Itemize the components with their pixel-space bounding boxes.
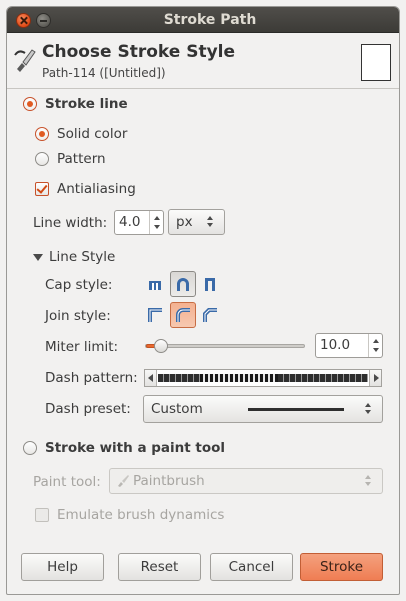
stroke-brush-icon <box>14 49 36 72</box>
join-style-row: Join style: <box>45 308 111 324</box>
line-width-unit-select[interactable]: px <box>168 209 225 235</box>
emulate-dynamics-checkbox[interactable] <box>35 508 49 522</box>
dash-preset-row: Dash preset: <box>45 401 131 417</box>
miter-limit-value[interactable]: 10.0 <box>316 334 368 357</box>
expander-triangle-icon[interactable] <box>33 253 43 261</box>
pattern-radio[interactable] <box>35 152 49 166</box>
miter-limit-stepper-icon[interactable] <box>368 334 382 357</box>
stroke-line-option[interactable]: Stroke line <box>23 96 128 112</box>
stroke-path-dialog: Stroke Path Choose Stroke Style Path-114… <box>6 6 400 595</box>
line-width-unit: px <box>176 214 193 230</box>
miter-limit-slider-handle[interactable] <box>154 339 168 353</box>
scroll-left-icon[interactable] <box>145 370 157 386</box>
paint-tool-option[interactable]: Stroke with a paint tool <box>23 440 225 456</box>
paint-tool-select[interactable]: Paintbrush <box>109 468 383 494</box>
solid-line-preview <box>248 407 344 411</box>
dialog-header: Choose Stroke Style Path-114 ([Untitled]… <box>7 33 399 89</box>
join-style-label: Join style: <box>45 308 111 324</box>
titlebar[interactable]: Stroke Path <box>7 7 399 33</box>
updown-arrows-icon <box>362 402 376 416</box>
miter-limit-row: Miter limit: <box>45 339 118 355</box>
dash-pattern-segments[interactable] <box>200 374 278 382</box>
paint-tool-radio[interactable] <box>23 441 37 455</box>
miter-limit-slider[interactable] <box>145 344 305 348</box>
dialog-heading: Choose Stroke Style <box>42 42 236 62</box>
cap-square-button[interactable] <box>198 272 222 296</box>
line-width-value[interactable]: 4.0 <box>115 211 149 234</box>
paint-tool-label: Paint tool: <box>33 474 101 490</box>
solid-color-label: Solid color <box>57 126 128 142</box>
dash-pattern-editor[interactable] <box>144 369 382 387</box>
line-style-label: Line Style <box>49 249 116 265</box>
join-bevel-button[interactable] <box>198 303 222 327</box>
scroll-right-icon[interactable] <box>369 370 381 386</box>
updown-arrows-icon <box>362 474 376 488</box>
window-title: Stroke Path <box>163 12 257 28</box>
join-miter-icon <box>148 308 162 322</box>
paintbrush-icon <box>118 475 129 487</box>
join-miter-button[interactable] <box>143 303 167 327</box>
antialiasing-option[interactable]: Antialiasing <box>35 181 136 197</box>
paint-tool-option-label: Stroke with a paint tool <box>45 440 226 456</box>
line-width-stepper-icon[interactable] <box>149 211 163 234</box>
reset-button[interactable]: Reset <box>118 553 201 581</box>
cap-round-button[interactable] <box>170 271 196 297</box>
help-button[interactable]: Help <box>21 553 104 581</box>
solid-color-radio[interactable] <box>35 127 49 141</box>
pattern-label: Pattern <box>57 151 106 167</box>
line-width-spinner[interactable]: 4.0 <box>114 210 164 235</box>
emulate-dynamics-label: Emulate brush dynamics <box>57 507 225 523</box>
cap-style-row: Cap style: <box>45 277 112 293</box>
cancel-button[interactable]: Cancel <box>210 553 293 581</box>
line-width-label-row: Line width: <box>33 215 107 231</box>
stroke-button[interactable]: Stroke <box>300 553 383 581</box>
path-name: Path-114 ([Untitled]) <box>42 66 166 80</box>
cap-style-label: Cap style: <box>45 277 113 293</box>
paint-tool-label-row: Paint tool: <box>33 474 101 490</box>
cap-butt-button[interactable] <box>143 272 167 296</box>
cap-butt-icon <box>149 281 161 290</box>
emulate-dynamics-option[interactable]: Emulate brush dynamics <box>35 507 224 523</box>
stroke-line-radio[interactable] <box>23 97 37 111</box>
updown-arrows-icon <box>204 215 218 229</box>
antialiasing-checkbox[interactable] <box>35 182 49 196</box>
join-round-button[interactable] <box>170 302 196 328</box>
antialiasing-label: Antialiasing <box>57 181 136 197</box>
pattern-option[interactable]: Pattern <box>35 151 106 167</box>
stroke-line-label: Stroke line <box>45 96 128 112</box>
solid-color-option[interactable]: Solid color <box>35 126 127 142</box>
dash-pattern-label: Dash pattern: <box>45 370 138 386</box>
path-preview <box>361 44 391 81</box>
miter-limit-spinner[interactable]: 10.0 <box>315 333 383 358</box>
join-bevel-icon <box>203 308 217 322</box>
line-width-label: Line width: <box>33 215 108 231</box>
cap-square-icon <box>205 278 215 291</box>
dash-preset-label: Dash preset: <box>45 401 131 417</box>
line-style-expander[interactable]: Line Style <box>33 249 115 265</box>
miter-limit-label: Miter limit: <box>45 339 119 355</box>
dash-preset-select[interactable]: Custom <box>143 395 383 423</box>
join-round-icon <box>176 308 190 322</box>
dash-pattern-row: Dash pattern: <box>45 370 138 386</box>
paint-tool-value: Paintbrush <box>133 473 205 489</box>
cap-round-icon <box>177 278 189 291</box>
dash-preset-value: Custom <box>151 401 203 417</box>
